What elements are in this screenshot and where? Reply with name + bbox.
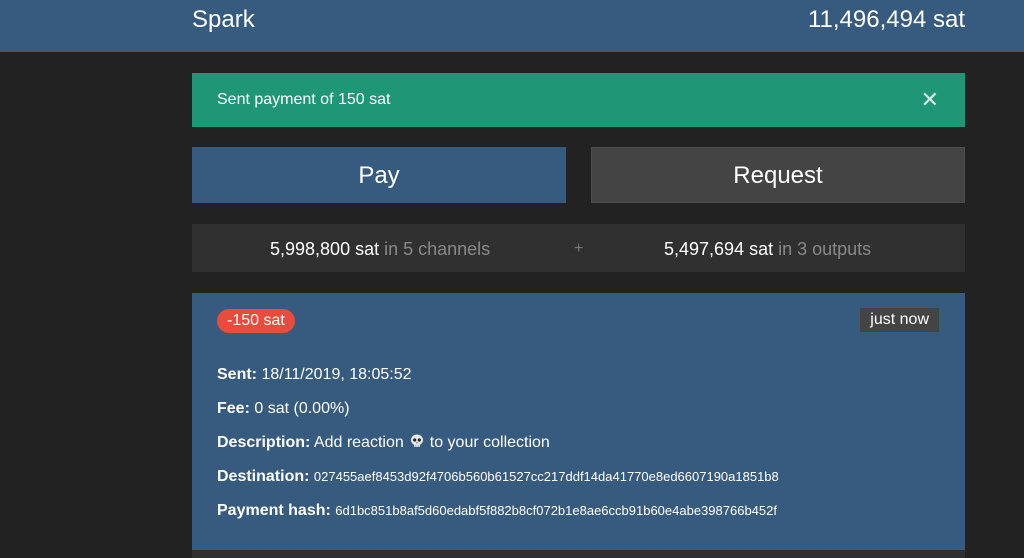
amount-badge: -150 sat [217,309,295,333]
plus-separator: + [574,240,584,257]
payment-hash-label: Payment hash: [217,502,331,519]
time-badge: just now [860,308,939,332]
description-after: to your collection [429,434,550,451]
destination-row: Destination: 027455aef8453d92f4706b560b6… [217,467,779,487]
payment-card: -150 sat just now Sent: 18/11/2019, 18:0… [192,293,965,558]
channels-amount: 5,998,800 sat [270,239,380,259]
channels-suffix: in 5 channels [384,239,491,259]
funds-summary: 5,998,800 sat in 5 channels + 5,497,694 … [192,224,965,272]
destination-label: Destination: [217,468,310,485]
skull-icon [410,434,423,447]
close-icon[interactable]: ✕ [921,87,939,113]
wallet-balance: 11,496,494 sat [807,6,965,33]
fee-row: Fee: 0 sat (0.00%) [217,399,350,419]
sent-label: Sent: [217,366,257,383]
destination-value[interactable]: 027455aef8453d92f4706b560b61527cc217ddf1… [314,469,779,484]
success-alert: Sent payment of 150 sat ✕ [192,73,965,127]
description-row: Description: Add reaction to your collect… [217,433,550,453]
alert-message: Sent payment of 150 sat [217,91,391,108]
description-before: Add reaction [313,434,404,451]
outputs-balance: 5,497,694 sat in 3 outputs [664,238,871,260]
pay-button[interactable]: Pay [192,147,566,203]
outputs-suffix: in 3 outputs [778,239,872,259]
request-button[interactable]: Request [591,147,965,203]
brand-logo[interactable]: Spark [192,5,255,35]
payment-hash-value[interactable]: 6d1bc851b8af5d60edabf5f882b8cf072b1e8ae6… [335,503,777,518]
description-label: Description: [217,434,311,451]
sent-value: 18/11/2019, 18:05:52 [261,366,412,383]
sent-row: Sent: 18/11/2019, 18:05:52 [217,365,412,385]
channels-balance: 5,998,800 sat in 5 channels [270,238,490,260]
fee-value: 0 sat (0.00%) [254,400,350,417]
outputs-amount: 5,497,694 sat [664,239,774,259]
fee-label: Fee: [217,400,250,417]
top-navbar: Spark 11,496,494 sat [0,0,1024,52]
payment-hash-row: Payment hash: 6d1bc851b8af5d60edabf5f882… [217,501,777,521]
card-footer [192,550,965,558]
